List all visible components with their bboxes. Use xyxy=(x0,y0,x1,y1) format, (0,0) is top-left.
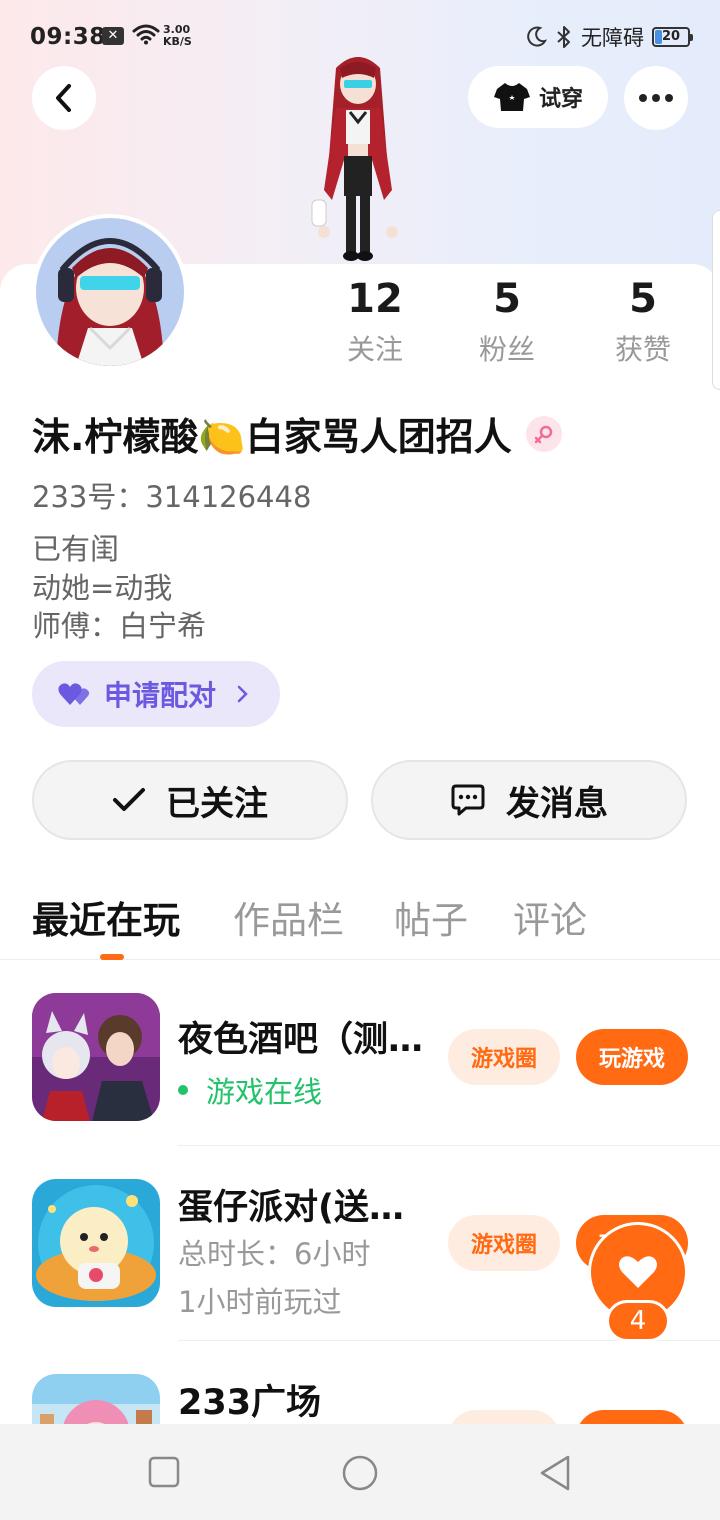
notification-icon: ✕ xyxy=(102,27,124,45)
like-count: 4 xyxy=(606,1300,670,1342)
chat-bubble-icon xyxy=(451,784,485,816)
bio: 已有闺 动她=动我 师傅：白宁希 xyxy=(32,530,206,646)
avatar-character xyxy=(311,57,398,261)
more-dots-icon xyxy=(639,94,647,102)
chevron-left-icon xyxy=(56,84,71,112)
avatar-image xyxy=(36,218,184,366)
side-drawer-handle[interactable] xyxy=(712,210,720,390)
status-right: 无障碍 20 xyxy=(525,22,693,52)
game-last-played: 1小时前玩过 xyxy=(178,1285,342,1319)
game-circle-button[interactable]: 游戏圈 xyxy=(448,1029,560,1085)
stat-followers[interactable]: 5 粉丝 xyxy=(442,276,572,368)
back-nav-button[interactable] xyxy=(538,1454,572,1492)
wifi-icon xyxy=(132,24,160,45)
home-button[interactable] xyxy=(341,1454,379,1492)
send-message-button[interactable]: 发消息 xyxy=(371,760,687,840)
divider xyxy=(178,1145,720,1146)
female-icon xyxy=(525,415,562,452)
game-title: 蛋仔派对(送… xyxy=(178,1188,404,1228)
followed-button[interactable]: 已关注 xyxy=(32,760,348,840)
tab-comments[interactable]: 评论 xyxy=(513,890,587,944)
recent-apps-button[interactable] xyxy=(148,1456,180,1488)
username: 沫.柠檬酸🍋白家骂人团招人 xyxy=(32,415,512,459)
avatar[interactable] xyxy=(32,214,188,370)
bio-line: 已有闺 xyxy=(32,532,120,566)
game-circle-button[interactable]: 游戏圈 xyxy=(448,1215,560,1271)
profile-stats: 12 关注 5 粉丝 5 获赞 xyxy=(310,276,710,376)
game-duration: 总时长：6小时 xyxy=(178,1237,371,1271)
online-dot xyxy=(178,1085,188,1095)
tab-recent-played[interactable]: 最近在玩 xyxy=(32,890,180,944)
stat-following[interactable]: 12 关注 xyxy=(310,276,440,368)
game-online-status: 游戏在线 xyxy=(178,1069,322,1111)
game-title: 233广场 xyxy=(178,1383,322,1423)
system-navigation-bar xyxy=(0,1424,720,1520)
bio-line: 师傅：白宁希 xyxy=(32,609,207,643)
stat-likes[interactable]: 5 获赞 xyxy=(578,276,708,368)
status-time: 09:38 xyxy=(30,24,106,50)
heart-icon xyxy=(619,1256,657,1288)
apply-pair-label: 申请配对 xyxy=(104,679,217,712)
send-message-label: 发消息 xyxy=(506,783,608,824)
try-on-button[interactable]: 试穿 xyxy=(468,66,608,128)
check-icon xyxy=(113,788,145,811)
bluetooth-icon xyxy=(557,26,570,48)
moon-icon xyxy=(527,26,547,47)
tab-posts[interactable]: 帖子 xyxy=(394,890,468,944)
profile-tabs: 最近在玩 作品栏 帖子 评论 xyxy=(0,890,720,960)
username-row: 沫.柠檬酸🍋白家骂人团招人 xyxy=(32,406,562,461)
back-button[interactable] xyxy=(32,66,96,130)
user-id: 233号：314126448 xyxy=(32,480,312,514)
try-on-label: 试穿 xyxy=(538,87,583,112)
game-icon xyxy=(32,1179,160,1307)
bio-line: 动她=动我 xyxy=(32,570,173,605)
tab-works[interactable]: 作品栏 xyxy=(233,890,344,944)
apply-pair-button[interactable]: 申请配对 xyxy=(32,661,280,727)
like-button[interactable]: 4 xyxy=(588,1222,688,1342)
followed-label: 已关注 xyxy=(166,783,268,824)
active-tab-indicator xyxy=(100,954,124,960)
more-button[interactable] xyxy=(624,66,688,130)
double-heart-icon xyxy=(58,683,90,705)
tshirt-icon xyxy=(493,83,530,111)
accessibility-label: 无障碍 xyxy=(581,26,644,50)
network-speed: 3.00 KB/S xyxy=(163,23,192,48)
play-game-button[interactable]: 玩游戏 xyxy=(576,1029,688,1085)
game-title: 夜色酒吧（测… xyxy=(178,1020,424,1060)
chevron-right-icon xyxy=(237,685,248,703)
battery-icon: 20 xyxy=(652,27,693,47)
game-icon xyxy=(32,993,160,1121)
